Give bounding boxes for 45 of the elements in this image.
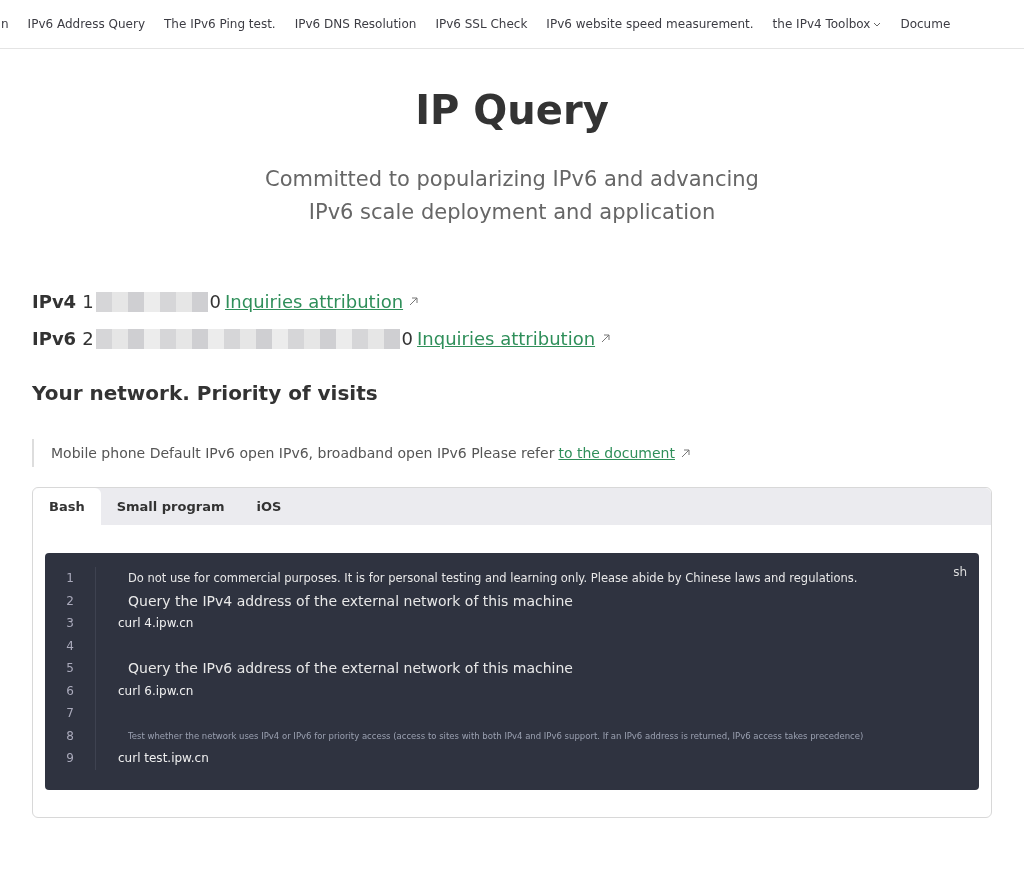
code-command: curl test.ipw.cn xyxy=(118,751,209,766)
address-label: IPv6 xyxy=(32,328,77,349)
code-command: curl 6.ipw.cn xyxy=(118,683,194,698)
line-number: 9 xyxy=(65,750,75,767)
tab[interactable]: Small program xyxy=(100,488,241,525)
line-number: 2 xyxy=(65,592,75,610)
line-number: 5 xyxy=(65,660,75,677)
line-number: 7 xyxy=(65,705,75,722)
note-text: Mobile phone Default IPv6 open IPv6, broadband open IPv6 Please refer xyxy=(51,445,555,461)
address-start: 2 xyxy=(82,328,94,349)
address-end: 0 xyxy=(401,328,414,349)
nav-link[interactable]: n xyxy=(1,17,9,31)
nav-link[interactable]: Docume xyxy=(900,17,951,31)
subtitle-line: Committed to popularizing IPv6 and advancing xyxy=(265,167,759,191)
code-comment: Test whether the network uses IPv4 or IPv6 for priority access (access to sites with both IPv4 and IPv6 support. If an IPv6 address is returned, IPv6 access takes precedence) xyxy=(128,730,864,741)
language-label: sh xyxy=(953,565,967,579)
attribution-link[interactable]: Inquiries attribution xyxy=(225,291,404,312)
attribution-link[interactable]: Inquiries attribution xyxy=(417,328,596,349)
line-number: 8 xyxy=(65,727,75,745)
nav-link[interactable]: The IPv6 Ping test. xyxy=(164,17,276,31)
section-heading: Your network. Priority of visits xyxy=(32,381,379,405)
line-number: 3 xyxy=(65,615,75,632)
code-command: curl 4.ipw.cn xyxy=(118,616,194,631)
subtitle-line: IPv6 scale deployment and application xyxy=(308,200,716,224)
code-comment: Query the IPv6 address of the external network of this machine xyxy=(128,660,573,677)
page-title: IP Query xyxy=(414,87,610,133)
nav-link[interactable]: IPv6 website speed measurement. xyxy=(546,17,754,31)
address-label: IPv4 xyxy=(32,291,77,312)
code-comment: Do not use for commercial purposes. It is for personal testing and learning only. Please abide by Chinese laws and regulations. xyxy=(128,571,858,586)
line-number: 6 xyxy=(65,682,75,700)
external-link-icon xyxy=(409,297,419,306)
external-link-icon xyxy=(601,334,611,343)
tab[interactable]: iOS xyxy=(240,488,298,525)
address-end: 0 xyxy=(209,291,222,312)
external-link-icon xyxy=(681,448,690,458)
address-start: 1 xyxy=(82,291,94,312)
document-link[interactable]: to the document xyxy=(558,445,675,461)
tab[interactable]: Bash xyxy=(33,488,101,525)
nav-link[interactable]: the IPv4 Toolbox xyxy=(772,17,882,31)
line-number: 1 xyxy=(65,570,75,587)
nav-link[interactable]: IPv6 Address Query xyxy=(27,17,145,31)
line-number: 4 xyxy=(65,637,75,655)
nav-link[interactable]: IPv6 SSL Check xyxy=(435,17,528,31)
code-comment: Query the IPv4 address of the external network of this machine xyxy=(128,592,573,609)
nav-link[interactable]: IPv6 DNS Resolution xyxy=(294,17,417,31)
